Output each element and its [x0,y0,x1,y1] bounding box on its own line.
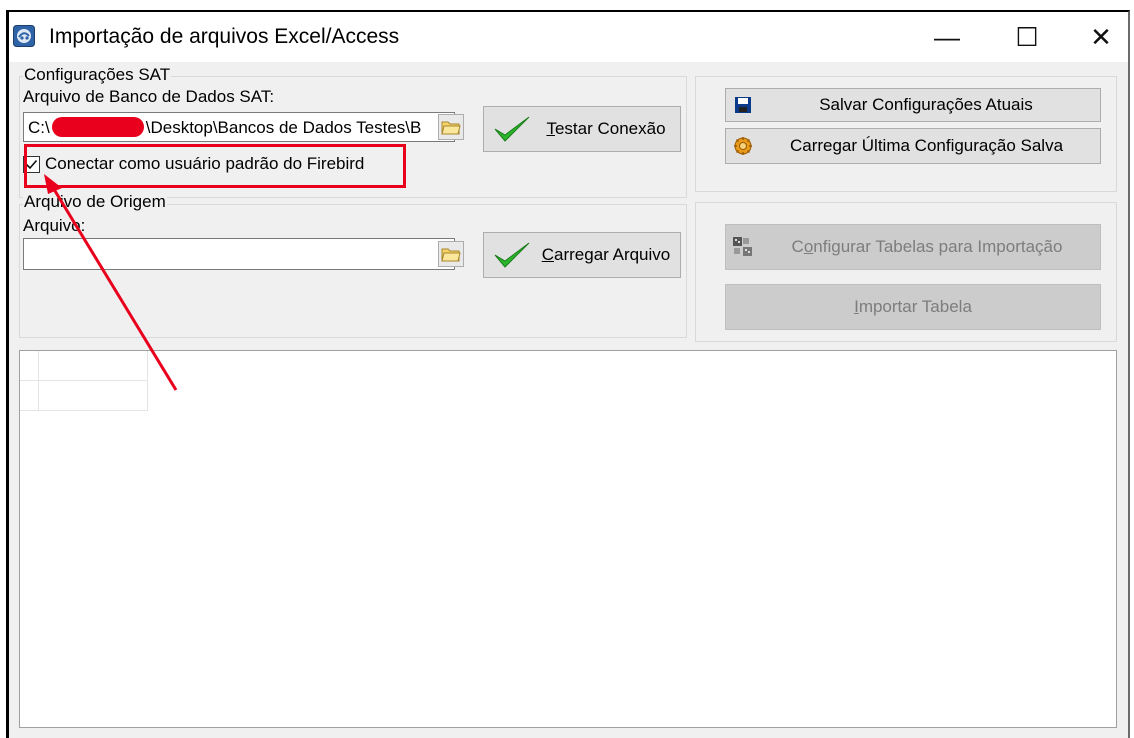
annotation-arrow [44,174,178,391]
